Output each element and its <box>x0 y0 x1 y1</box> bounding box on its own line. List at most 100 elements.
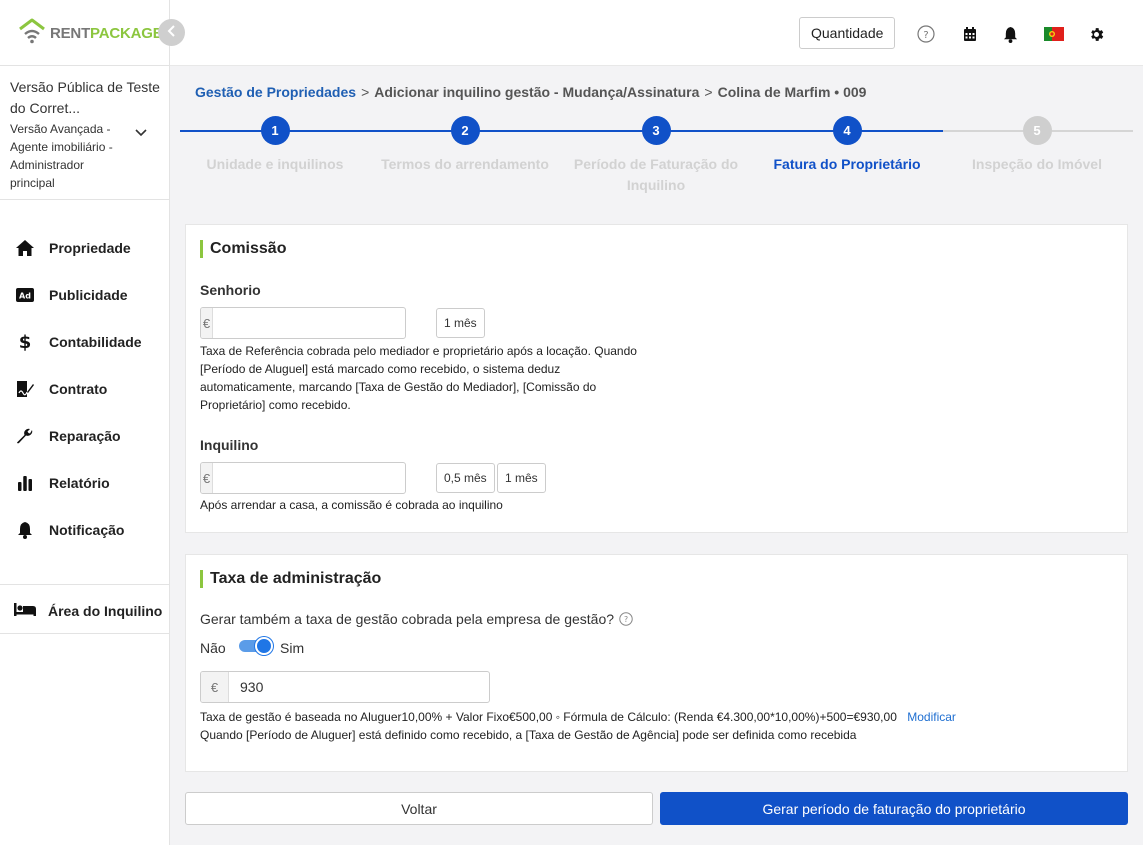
sidebar-item-propriedade[interactable]: Propriedade <box>0 224 170 271</box>
back-button[interactable]: Voltar <box>185 792 653 825</box>
sidebar-item-contabilidade[interactable]: $ Contabilidade <box>0 318 170 365</box>
brand-name: RENTPACKAGE <box>50 24 163 42</box>
breadcrumb-step: Adicionar inquilino gestão - Mudança/Ass… <box>374 84 700 100</box>
breadcrumb-link-properties[interactable]: Gestão de Propriedades <box>195 84 356 100</box>
svg-text:?: ? <box>923 30 928 41</box>
bell-icon <box>14 519 36 541</box>
sidebar-item-contrato[interactable]: Contrato <box>0 365 170 412</box>
landlord-chip-1-month[interactable]: 1 mês <box>436 308 485 338</box>
divider <box>0 584 170 585</box>
account-name: Versão Pública de Teste do Corret... <box>10 79 160 116</box>
step-number: 5 <box>1022 116 1052 145</box>
divider <box>0 65 170 66</box>
sidebar-item-publicidade[interactable]: Ad Publicidade <box>0 271 170 318</box>
admin-fee-question-text: Gerar também a taxa de gestão cobrada pe… <box>200 611 615 627</box>
sidebar-item-label: Contrato <box>49 380 108 397</box>
portugal-flag-icon[interactable] <box>1043 25 1065 43</box>
admin-fee-formula: Taxa de gestão é baseada no Aluguer10,00… <box>200 708 1100 726</box>
help-icon[interactable]: ? <box>619 612 633 626</box>
sidebar-item-notificacao[interactable]: Notificação <box>0 506 170 553</box>
logo[interactable]: RENTPACKAGE <box>18 18 163 48</box>
svg-text:?: ? <box>624 615 628 624</box>
euro-prefix: € <box>201 672 229 702</box>
section-title: Taxa de administração <box>200 570 381 588</box>
step-5[interactable]: 5 Inspeção do Imóvel <box>942 116 1132 175</box>
top-bar: Quantidade ? <box>170 0 1143 66</box>
sidebar-item-reparacao[interactable]: Reparação <box>0 412 170 459</box>
divider <box>0 633 170 634</box>
admin-fee-field[interactable] <box>229 672 489 702</box>
breadcrumb: Gestão de Propriedades > Adicionar inquili… <box>195 84 866 100</box>
dollar-icon: $ <box>14 331 36 353</box>
sidebar-item-label: Publicidade <box>49 286 128 303</box>
step-3[interactable]: 3 Período de Faturação do Inquilino <box>561 116 751 196</box>
sidebar-item-relatorio[interactable]: Relatório <box>0 459 170 506</box>
collapse-sidebar-button[interactable] <box>158 19 185 46</box>
toggle-knob <box>255 637 273 655</box>
landlord-help-text: Taxa de Referência cobrada pelo mediador… <box>200 344 637 412</box>
sidebar-item-tenant-area[interactable]: Área do Inquilino <box>0 588 170 634</box>
wrench-icon <box>14 425 36 447</box>
section-title: Comissão <box>200 240 286 258</box>
tenant-commission-input[interactable]: € <box>200 462 406 494</box>
landlord-commission-field[interactable] <box>213 308 405 338</box>
help-icon[interactable]: ? <box>917 25 935 43</box>
gear-icon[interactable] <box>1087 25 1105 43</box>
formula-text: Taxa de gestão é baseada no Aluguer10,00… <box>200 710 897 724</box>
step-4[interactable]: 4 Fatura do Proprietário <box>752 116 942 175</box>
admin-fee-question: Gerar também a taxa de gestão cobrada pe… <box>200 611 633 627</box>
tenant-commission-field[interactable] <box>213 463 405 493</box>
tenant-help-text: Após arrendar a casa, a comissão é cobra… <box>200 498 503 512</box>
tenant-chip-1-month[interactable]: 1 mês <box>497 463 546 493</box>
admin-fee-input[interactable]: € <box>200 671 490 703</box>
landlord-commission-input[interactable]: € <box>200 307 406 339</box>
sidebar-item-label: Propriedade <box>49 239 131 256</box>
wifi-house-logo-icon <box>18 18 46 49</box>
svg-text:Ad: Ad <box>19 291 31 300</box>
tenant-label: Inquilino <box>200 437 259 453</box>
sidebar-item-label: Reparação <box>49 427 121 444</box>
divider <box>0 199 170 200</box>
bell-icon[interactable] <box>1001 25 1019 43</box>
admin-fee-toggle[interactable] <box>237 637 273 655</box>
step-number: 1 <box>260 116 290 145</box>
tenant-chip-half-month[interactable]: 0,5 mês <box>436 463 495 493</box>
euro-prefix: € <box>201 463 213 493</box>
modify-link[interactable]: Modificar <box>907 710 956 724</box>
step-2[interactable]: 2 Termos do arrendamento <box>370 116 560 175</box>
sidebar-item-label: Notificação <box>49 521 125 538</box>
step-label: Fatura do Proprietário <box>773 156 921 172</box>
sidebar-item-label: Relatório <box>49 474 110 491</box>
account-switcher[interactable]: Versão Pública de Teste do Corret... Ver… <box>10 77 160 192</box>
step-number: 4 <box>832 116 862 145</box>
breadcrumb-separator: > <box>361 84 370 100</box>
step-label: Inspeção do Imóvel <box>972 156 1102 172</box>
home-icon <box>14 237 36 259</box>
bar-chart-icon <box>14 472 36 494</box>
quantity-button[interactable]: Quantidade <box>799 17 896 49</box>
step-number: 2 <box>450 116 480 145</box>
sidebar-item-label: Área do Inquilino <box>48 603 163 619</box>
admin-fee-note: Quando [Período de Aluguer] está definid… <box>200 728 857 742</box>
euro-prefix: € <box>201 308 213 338</box>
commission-card: Comissão Senhorio € 1 mês Taxa de Referê… <box>185 224 1128 533</box>
sidebar-nav: Propriedade Ad Publicidade $ Contabilida… <box>0 224 170 553</box>
calendar-icon[interactable] <box>961 25 979 43</box>
generate-landlord-billing-button[interactable]: Gerar período de faturação do proprietár… <box>660 792 1128 825</box>
sidebar: RENTPACKAGE Versão Pública de Teste do C… <box>0 0 170 845</box>
chevron-down-icon[interactable] <box>134 125 148 143</box>
step-number: 3 <box>641 116 671 145</box>
step-1[interactable]: 1 Unidade e inquilinos <box>180 116 370 175</box>
toggle-on-label: Sim <box>280 640 305 656</box>
svg-text:$: $ <box>19 332 32 352</box>
step-label: Unidade e inquilinos <box>206 156 344 172</box>
bed-icon <box>13 601 37 622</box>
landlord-label: Senhorio <box>200 282 261 298</box>
contract-icon <box>14 378 36 400</box>
toggle-off-label: Não <box>200 640 226 656</box>
step-label: Termos do arrendamento <box>381 156 549 172</box>
admin-fee-card: Taxa de administração Gerar também a tax… <box>185 554 1128 772</box>
account-role: Versão Avançada - Agente imobiliário - A… <box>10 122 113 190</box>
breadcrumb-current: Colina de Marfim • 009 <box>717 84 867 100</box>
chevron-left-icon <box>167 24 177 42</box>
